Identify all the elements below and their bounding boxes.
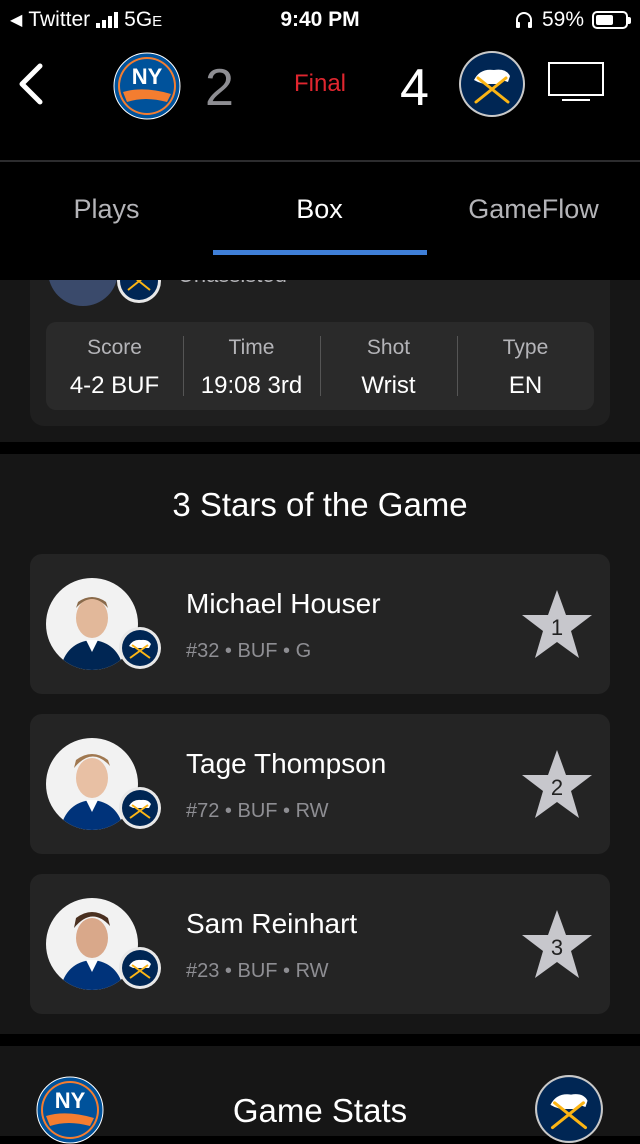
battery-icon (592, 11, 631, 29)
goal-col-value: 19:08 3rd (200, 372, 303, 399)
goal-col-value: EN (508, 372, 543, 399)
tab-bar: Plays Box GameFlow (0, 162, 640, 280)
goal-col-header: Score (87, 336, 142, 359)
player-info: #32 • BUF • G (186, 640, 312, 662)
sabres-mini-logo-icon (119, 947, 161, 989)
goal-col-time: Time 19:08 3rd (183, 336, 320, 400)
goal-col-header: Shot (366, 336, 411, 359)
headphones-icon (515, 12, 532, 28)
islanders-logo-text: NY (132, 64, 163, 89)
goal-details-table: Score 4-2 BUF Time 19:08 3rd Shot Wrist … (46, 322, 594, 410)
goal-col-value: 4-2 BUF (69, 372, 160, 399)
islanders-logo-icon: NY (113, 52, 181, 120)
sabres-logo-icon (535, 1075, 603, 1143)
tab-gameflow[interactable]: GameFlow (427, 194, 640, 225)
player-name: Tage Thompson (186, 748, 387, 779)
battery-percent: 59% (541, 8, 584, 31)
sabres-mini-logo-icon (119, 627, 161, 669)
tab-plays[interactable]: Plays (0, 194, 213, 225)
star-rank-number: 2 (551, 775, 563, 800)
goal-col-header: Type (502, 336, 549, 359)
star-rank-number: 3 (551, 935, 563, 960)
player-info: #23 • BUF • RW (186, 960, 329, 982)
back-chevron-icon[interactable] (14, 62, 54, 106)
star-rank-icon: 1 (522, 590, 592, 658)
star-rank-number: 1 (551, 615, 563, 640)
goal-col-score: Score 4-2 BUF (46, 336, 183, 400)
player-info: #72 • BUF • RW (186, 800, 329, 822)
sabres-mini-logo-icon (119, 787, 161, 829)
player-name: Sam Reinhart (186, 908, 358, 939)
home-score: 4 (400, 59, 429, 117)
tv-icon[interactable] (548, 62, 604, 102)
goal-col-header: Time (228, 336, 275, 359)
sabres-logo-icon (459, 51, 525, 117)
goal-col-value: Wrist (361, 372, 416, 399)
player-name: Michael Houser (186, 588, 381, 619)
game-status: Final (293, 70, 347, 97)
goal-col-shot: Shot Wrist (320, 336, 457, 400)
away-score: 2 (205, 59, 234, 117)
active-tab-indicator (213, 250, 427, 255)
star-rank-icon: 2 (522, 750, 592, 818)
three-stars-title: 3 Stars of the Game (172, 486, 468, 523)
goal-col-type: Type EN (457, 336, 594, 400)
status-bar: ◀ Twitter 5GE 9:40 PM 59% (0, 0, 640, 40)
tab-box[interactable]: Box (213, 194, 426, 225)
status-right: 59% (514, 8, 631, 32)
star-rank-icon: 3 (522, 910, 592, 978)
